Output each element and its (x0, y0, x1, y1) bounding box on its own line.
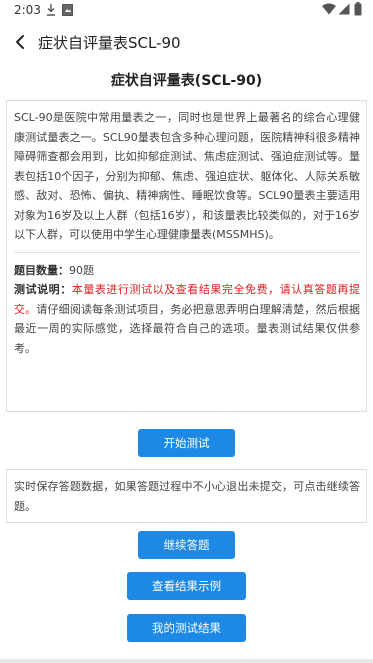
view-example-results-button[interactable]: 查看结果示例 (127, 572, 246, 600)
question-count-label: 题目数量： (14, 263, 69, 277)
autosave-note: 实时保存答题数据，如果答题过程中不小心退出未提交，可点击继续答题。 (14, 480, 360, 513)
intro-card: SCL-90是医院中常用量表之一，同时也是世界上最著名的综合心理健康测试量表之一… (6, 100, 367, 412)
signal-icon (338, 3, 350, 15)
test-description: 测试说明：本量表进行测试以及查看结果完全免费，请认真答题再提交。请仔细阅读每条测… (14, 280, 360, 358)
start-test-button[interactable]: 开始测试 (138, 429, 235, 457)
question-count-value: 90题 (69, 263, 94, 277)
test-description-label: 测试说明： (14, 283, 72, 296)
intro-text: SCL-90是医院中常用量表之一，同时也是世界上最著名的综合心理健康测试量表之一… (14, 111, 360, 241)
home-indicator (0, 659, 373, 663)
test-instructions: 请仔细阅读每条测试项目，务必把意思弄明白理解清楚，然后根据最近一周的实际感觉，选… (14, 302, 361, 355)
question-count-line: 题目数量：90题 (14, 261, 360, 281)
media-icon (62, 4, 73, 16)
divider (14, 251, 360, 253)
status-time: 2:03 (14, 3, 41, 17)
download-icon (47, 4, 55, 16)
continue-answering-button[interactable]: 继续答题 (138, 531, 235, 559)
battery-icon (354, 2, 362, 16)
wifi-icon (322, 3, 336, 15)
app-bar: 症状自评量表SCL-90 (0, 22, 373, 62)
my-results-button[interactable]: 我的测试结果 (127, 614, 246, 642)
autosave-note-card: 实时保存答题数据，如果答题过程中不小心退出未提交，可点击继续答题。 (6, 469, 367, 523)
page-title: 症状自评量表(SCL-90) (110, 73, 263, 89)
chevron-left-icon (16, 35, 24, 49)
app-title: 症状自评量表SCL-90 (38, 34, 181, 52)
back-button[interactable] (8, 28, 34, 56)
status-bar: 2:03 (0, 0, 373, 22)
